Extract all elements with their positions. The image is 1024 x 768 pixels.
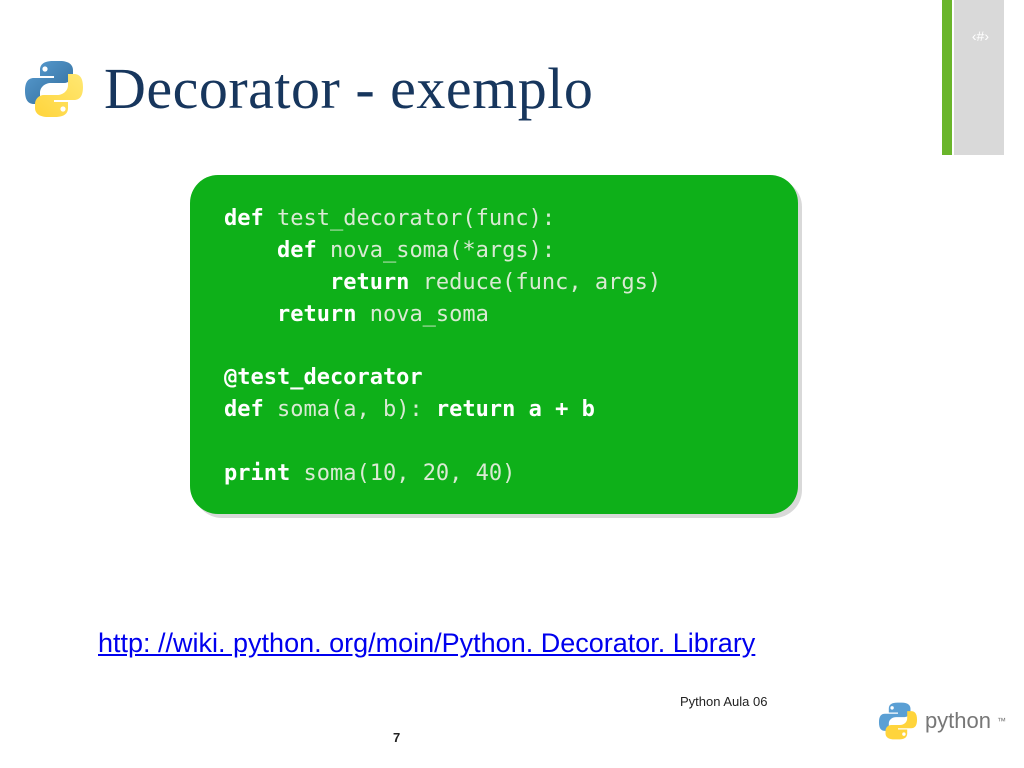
- title-row: Decorator - exemplo: [22, 55, 593, 122]
- code-example-card: def test_decorator(func): def nova_soma(…: [190, 175, 798, 514]
- reference-link[interactable]: http: //wiki. python. org/moin/Python. D…: [98, 628, 755, 659]
- code-block: def test_decorator(func): def nova_soma(…: [224, 203, 764, 490]
- trademark-symbol: ™: [997, 716, 1006, 726]
- corner-page-marker: ‹#›: [972, 28, 989, 44]
- corner-accent-box: [954, 0, 1004, 155]
- footer-brand-word: python: [925, 708, 991, 734]
- footer-brand: python ™: [877, 700, 1006, 742]
- page-title: Decorator - exemplo: [104, 55, 593, 122]
- python-logo-icon: [22, 57, 86, 121]
- footer-course-label: Python Aula 06: [680, 694, 767, 709]
- footer-page-number: 7: [393, 730, 400, 745]
- corner-accent-stripe: [942, 0, 952, 155]
- python-logo-icon: [877, 700, 919, 742]
